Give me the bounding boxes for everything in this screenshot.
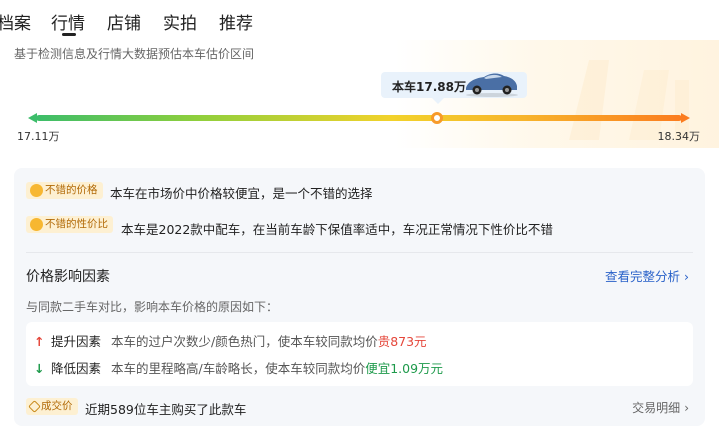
factor-label: 提升因素 <box>50 334 101 349</box>
current-price-marker <box>431 112 444 124</box>
divider <box>26 252 693 253</box>
deal-text: 近期589位车主购买了此款车 <box>85 402 247 417</box>
factors-note: 与同款二手车对比，影响本车价格的原因如下： <box>26 300 279 314</box>
tab-store[interactable]: 店铺 <box>107 9 141 34</box>
decrease-factor-row: ↓ 降低因素 本车的里程略高/车龄略长，使本车较同款均价便宜1.09万元 <box>34 358 443 377</box>
estimate-description: 基于检测信息及行情大数据预估本车估价区间 <box>14 47 255 61</box>
price-tag-label: 本车17.88万 <box>392 80 466 94</box>
tab-market[interactable]: 行情 <box>51 9 85 34</box>
bar-arrow-right <box>681 113 690 123</box>
smile-icon <box>30 218 43 231</box>
good-value-text: 本车是2022款中配车，在当前车龄下保值率适中，车况正常情况下性价比不错 <box>121 222 553 237</box>
factor-desc: 本车的里程略高/车龄略长，使本车较同款均价 <box>110 361 366 376</box>
good-price-text: 本车在市场价中价格较便宜，是一个不错的选择 <box>110 186 373 201</box>
good-value-badge: 不错的性价比 <box>26 216 113 233</box>
price-tag-pointer <box>432 98 444 104</box>
good-price-badge: 不错的价格 <box>26 182 103 199</box>
range-min-price: 17.11万 <box>17 130 60 143</box>
transaction-details-link[interactable]: 交易明细 › <box>632 399 689 416</box>
analysis-card: 不错的价格 本车在市场价中价格较便宜，是一个不错的选择 不错的性价比 本车是20… <box>14 168 705 426</box>
car-image <box>466 73 518 97</box>
tab-photos[interactable]: 实拍 <box>163 9 197 34</box>
factor-value: 贵873元 <box>377 334 427 349</box>
factor-label: 降低因素 <box>50 361 101 376</box>
price-estimate-section: 基于检测信息及行情大数据预估本车估价区间 本车17.88万 17.11万 18.… <box>0 40 719 148</box>
factor-list: ↑ 提升因素 本车的过户次数少/颜色热门，使本车较同款均价贵873元 ↓ 降低因… <box>26 322 693 386</box>
range-max-price: 18.34万 <box>657 130 701 143</box>
view-full-analysis-link[interactable]: 查看完整分析 › <box>605 266 689 285</box>
factor-desc: 本车的过户次数少/颜色热门，使本车较同款均价 <box>110 334 378 349</box>
deal-price-badge: 成交价 <box>26 398 78 415</box>
tab-recommend[interactable]: 推荐 <box>219 9 253 34</box>
tab-bar: 档案 行情 店铺 实拍 推荐 <box>0 0 719 40</box>
price-range-bar <box>36 115 682 121</box>
arrow-down-icon: ↓ <box>34 361 45 376</box>
chevron-right-icon: › <box>684 269 689 284</box>
hammer-icon <box>28 400 41 413</box>
arrow-up-icon: ↑ <box>34 334 45 349</box>
increase-factor-row: ↑ 提升因素 本车的过户次数少/颜色热门，使本车较同款均价贵873元 <box>34 331 427 350</box>
factor-value: 便宜1.09万元 <box>365 361 444 376</box>
chevron-right-icon: › <box>684 401 689 415</box>
tab-archive[interactable]: 档案 <box>0 9 31 34</box>
factors-title: 价格影响因素 <box>26 269 110 285</box>
active-tab-indicator <box>62 33 76 36</box>
smile-icon <box>30 184 43 197</box>
